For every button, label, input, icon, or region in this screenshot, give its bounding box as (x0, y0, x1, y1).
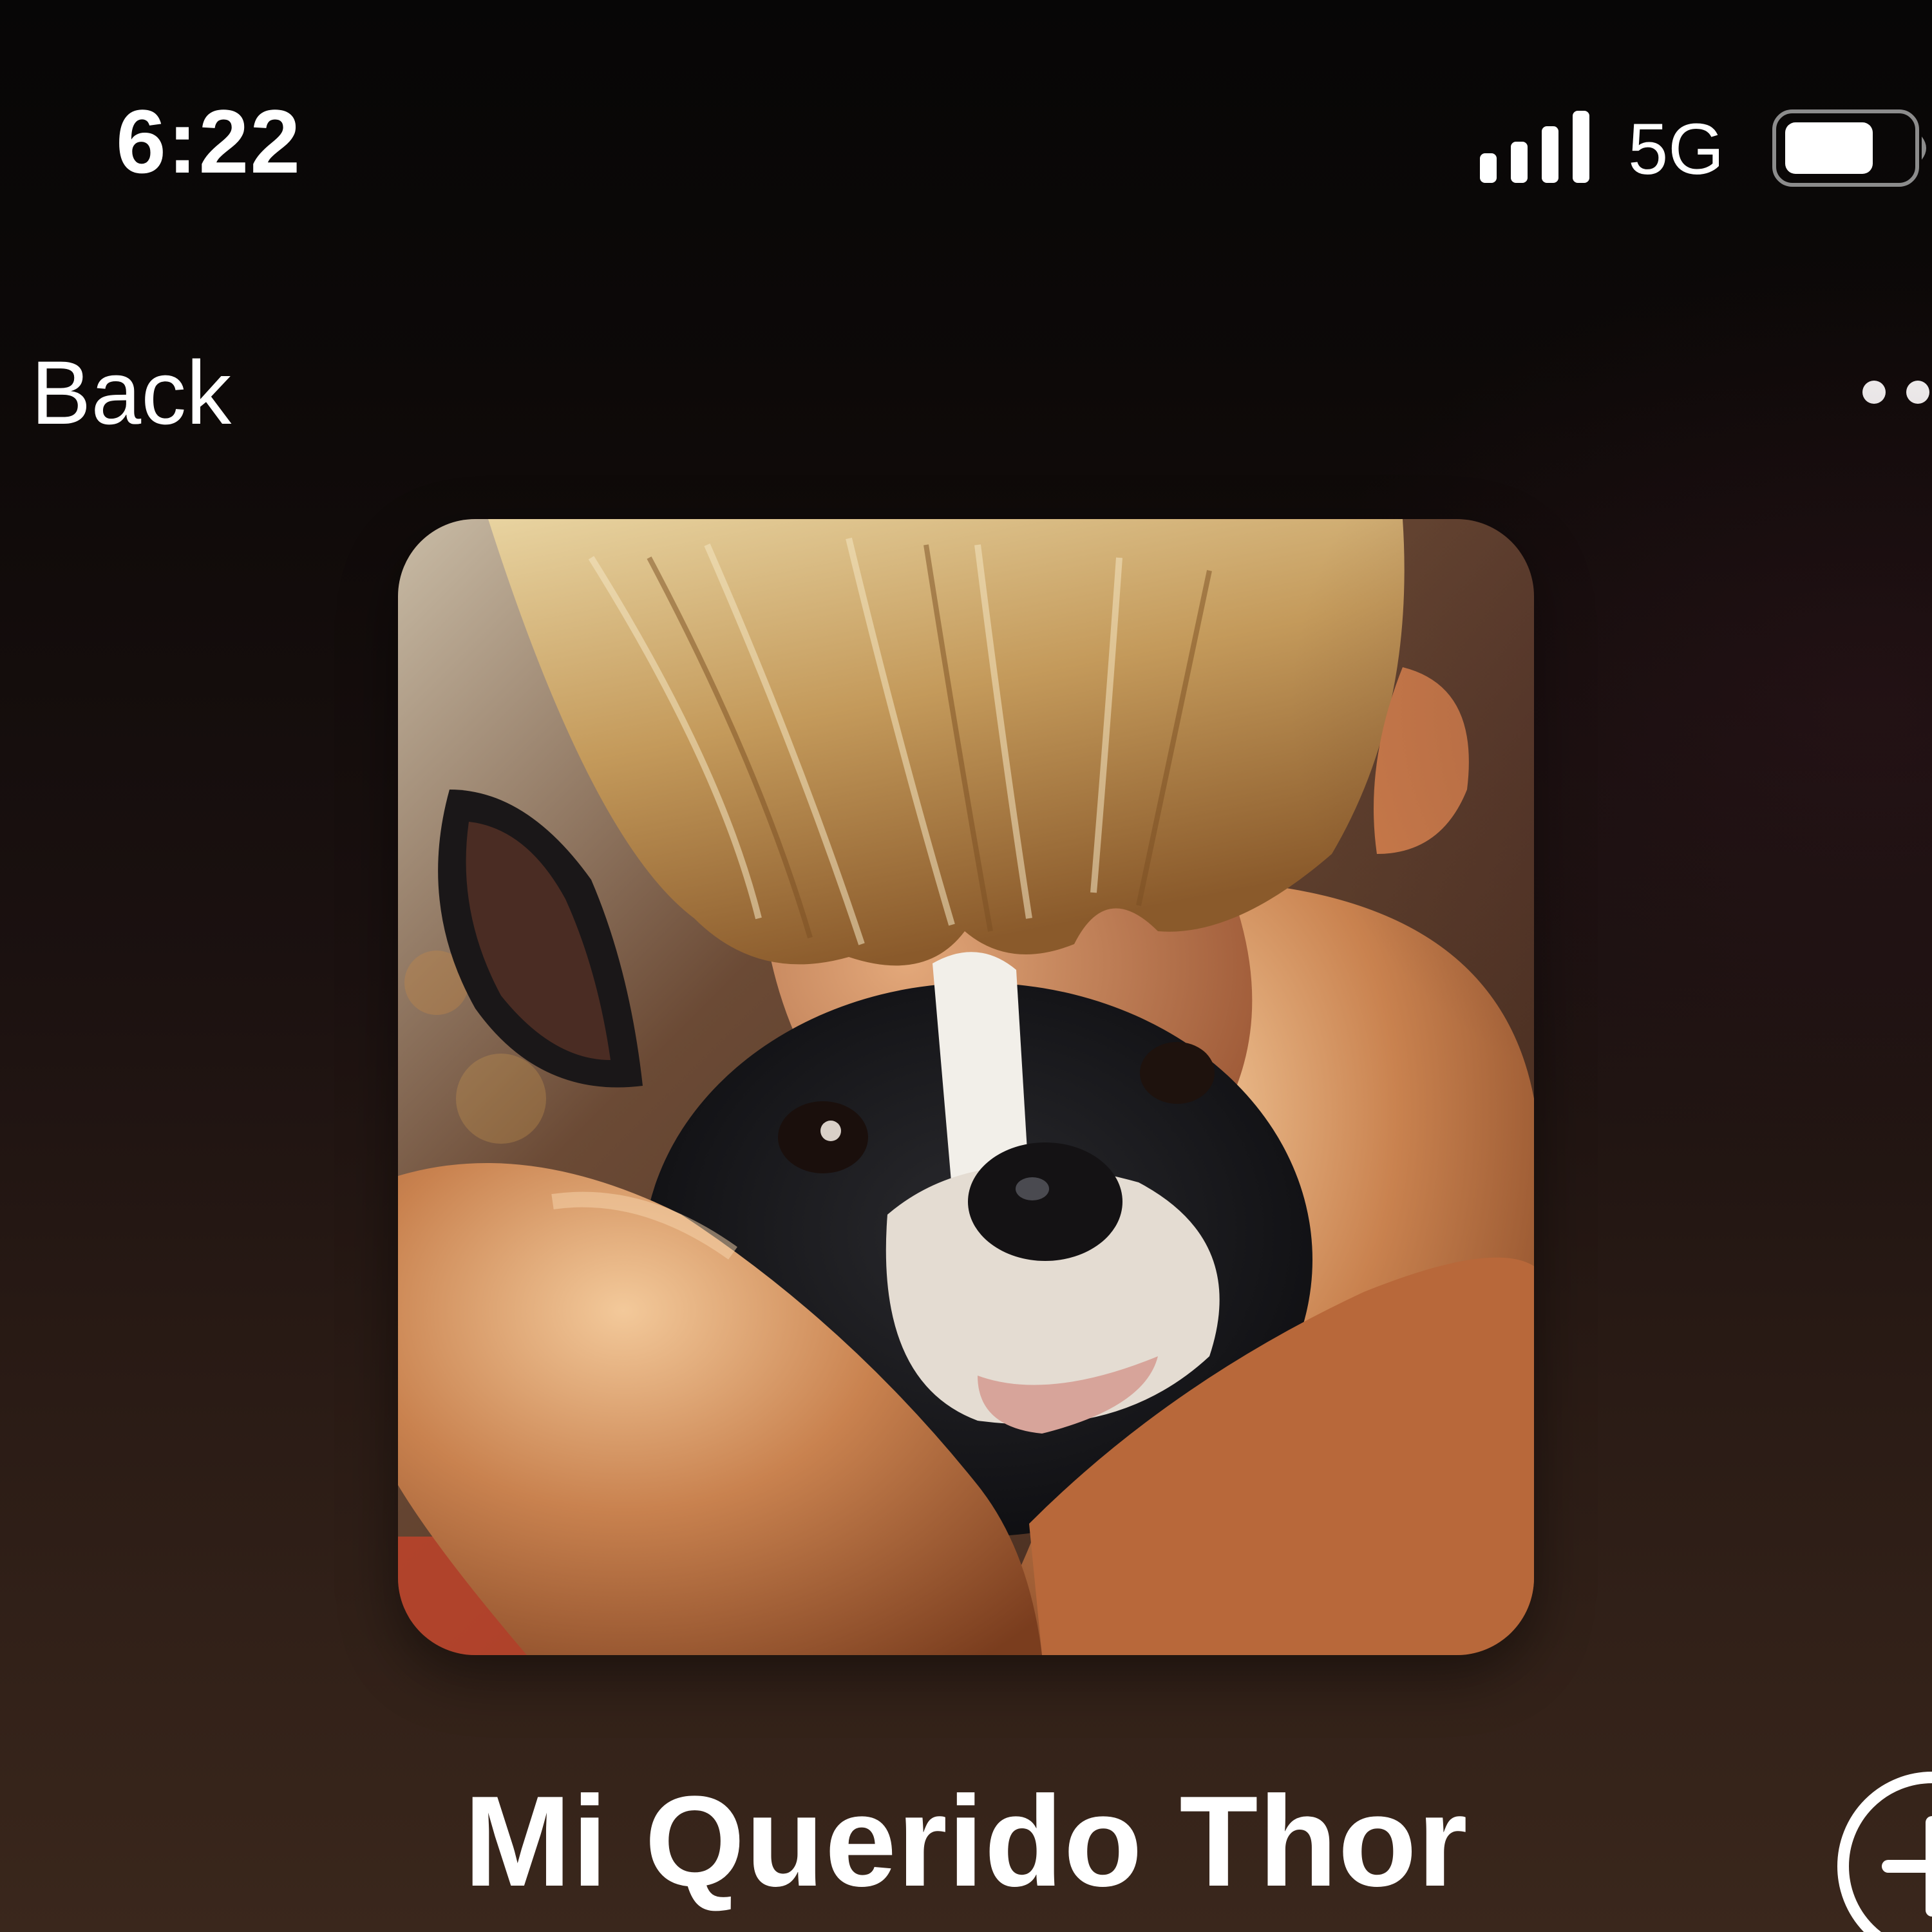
network-type-label: 5G (1628, 109, 1725, 189)
add-to-library-button[interactable] (1835, 1770, 1932, 1932)
playlist-screen: 6:22 5G Back Mi Querido Thor (0, 0, 1932, 1932)
plus-circle-icon (1837, 1772, 1932, 1932)
ellipsis-icon[interactable] (1855, 376, 1932, 408)
status-time: 6:22 (116, 91, 302, 192)
back-button[interactable]: Back (31, 348, 231, 438)
signal-icon (1480, 111, 1589, 183)
playlist-cover-art (398, 519, 1534, 1655)
playlist-title: Mi Querido Thor (464, 1770, 1468, 1913)
battery-icon (1772, 109, 1926, 187)
cover-photo (398, 519, 1534, 1655)
